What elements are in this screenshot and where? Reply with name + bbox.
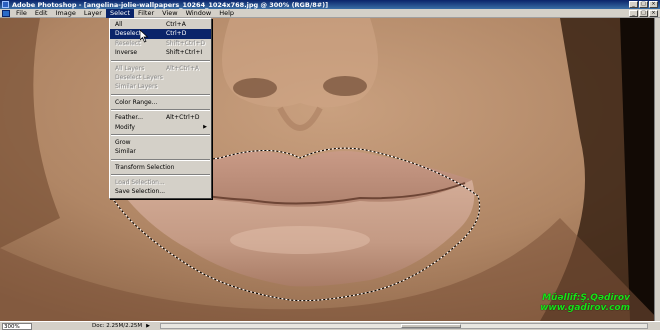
menu-item-grow[interactable]: Grow <box>110 138 211 147</box>
window-controls: _ □ × <box>629 1 658 8</box>
menu-item-color-range[interactable]: Color Range... <box>110 98 211 107</box>
menu-help[interactable]: Help <box>215 9 238 18</box>
menu-item-modify[interactable]: Modify ▶ <box>110 123 211 132</box>
menu-item-reselect: Reselect Shift+Ctrl+D <box>110 39 211 48</box>
image-canvas[interactable]: Müəllif:Ş.Qədirov www.gadirov.com <box>0 18 660 321</box>
menu-item-label: Grow <box>115 138 131 146</box>
menu-file[interactable]: File <box>12 9 31 18</box>
menu-item-similar[interactable]: Similar <box>110 147 211 156</box>
menu-item-label: Modify <box>115 123 135 131</box>
menu-item-label: Deselect Layers <box>115 73 163 81</box>
menu-item-shortcut: Ctrl+A <box>166 21 186 28</box>
menu-separator <box>111 158 210 161</box>
menu-item-load-selection: Load Selection... <box>110 178 211 187</box>
menu-item-deselect-layers: Deselect Layers <box>110 73 211 82</box>
menu-item-label: All <box>115 21 123 28</box>
menu-separator <box>111 93 210 96</box>
menu-item-label: Feather... <box>115 114 143 122</box>
close-button[interactable]: × <box>649 1 658 8</box>
status-bar: 300% Doc: 2.25M/2.25M ▶ <box>0 321 660 330</box>
doc-minimize-button[interactable]: _ <box>629 10 638 17</box>
menu-item-shortcut: Shift+Ctrl+I <box>166 49 203 57</box>
maximize-button[interactable]: □ <box>639 1 648 8</box>
document-size-info: Doc: 2.25M/2.25M <box>92 323 143 329</box>
menu-item-label: Similar Layers <box>115 83 158 91</box>
menu-item-label: Transform Selection <box>115 163 175 171</box>
status-menu-arrow-icon[interactable]: ▶ <box>146 323 150 329</box>
menu-separator <box>111 174 210 177</box>
menu-select[interactable]: Select <box>105 8 135 18</box>
photoshop-app-icon <box>2 1 9 8</box>
menu-item-all[interactable]: All Ctrl+A <box>110 20 211 29</box>
menu-item-shortcut: Alt+Ctrl+A <box>166 64 199 72</box>
menu-item-transform-selection[interactable]: Transform Selection <box>110 163 211 172</box>
menu-item-deselect[interactable]: Deselect Ctrl+D <box>110 29 211 39</box>
watermark: Müəllif:Ş.Qədirov www.gadirov.com <box>540 293 630 313</box>
horizontal-scrollbar[interactable] <box>160 323 648 329</box>
menu-item-label: Load Selection... <box>115 179 165 187</box>
menu-item-label: Similar <box>115 148 136 156</box>
menu-item-label: Inverse <box>115 49 138 57</box>
menu-item-shortcut: Alt+Ctrl+D <box>166 114 200 122</box>
menu-separator <box>111 59 210 62</box>
face-photo <box>0 18 660 321</box>
select-menu-dropdown: All Ctrl+A Deselect Ctrl+D Reselect Shift+Ctr… <box>109 18 212 199</box>
vertical-scrollbar[interactable] <box>654 18 660 321</box>
document-icon[interactable] <box>2 9 10 17</box>
menu-item-save-selection[interactable]: Save Selection... <box>110 187 211 196</box>
menu-item-label: All Layers <box>115 64 145 72</box>
scrollbar-thumb[interactable] <box>401 324 461 328</box>
menu-item-shortcut: Shift+Ctrl+D <box>166 39 205 47</box>
menu-layer[interactable]: Layer <box>80 9 106 18</box>
menu-item-label: Save Selection... <box>115 188 166 196</box>
doc-maximize-button[interactable]: □ <box>639 10 648 17</box>
menu-item-shortcut: Ctrl+D <box>166 30 187 38</box>
zoom-level-field[interactable]: 300% <box>2 322 32 330</box>
menu-separator <box>111 109 210 112</box>
menu-view[interactable]: View <box>158 9 181 18</box>
menu-item-inverse[interactable]: Inverse Shift+Ctrl+I <box>110 48 211 57</box>
menu-item-similar-layers: Similar Layers <box>110 82 211 91</box>
menu-image[interactable]: Image <box>51 9 79 18</box>
watermark-website: www.gadirov.com <box>540 303 630 313</box>
menu-separator <box>111 133 210 136</box>
menu-item-label: Deselect <box>115 30 142 38</box>
menu-filter[interactable]: Filter <box>134 9 158 18</box>
menu-item-label: Reselect <box>115 39 141 47</box>
menu-item-all-layers: All Layers Alt+Ctrl+A <box>110 64 211 73</box>
window-title: Adobe Photoshop - [angelina-jolie-wallpa… <box>12 0 329 9</box>
doc-close-button[interactable]: × <box>649 10 658 17</box>
minimize-button[interactable]: _ <box>629 1 638 8</box>
menu-item-label: Color Range... <box>115 98 158 106</box>
watermark-author: Müəllif:Ş.Qədirov <box>542 293 630 303</box>
menu-window[interactable]: Window <box>182 9 216 18</box>
menu-bar: File Edit Image Layer Select Filter View… <box>0 8 660 18</box>
menu-item-feather[interactable]: Feather... Alt+Ctrl+D <box>110 113 211 122</box>
document-controls: _ □ × <box>629 10 658 17</box>
menu-edit[interactable]: Edit <box>31 9 52 18</box>
mouse-cursor-icon <box>140 30 149 43</box>
submenu-arrow-icon: ▶ <box>203 123 207 130</box>
